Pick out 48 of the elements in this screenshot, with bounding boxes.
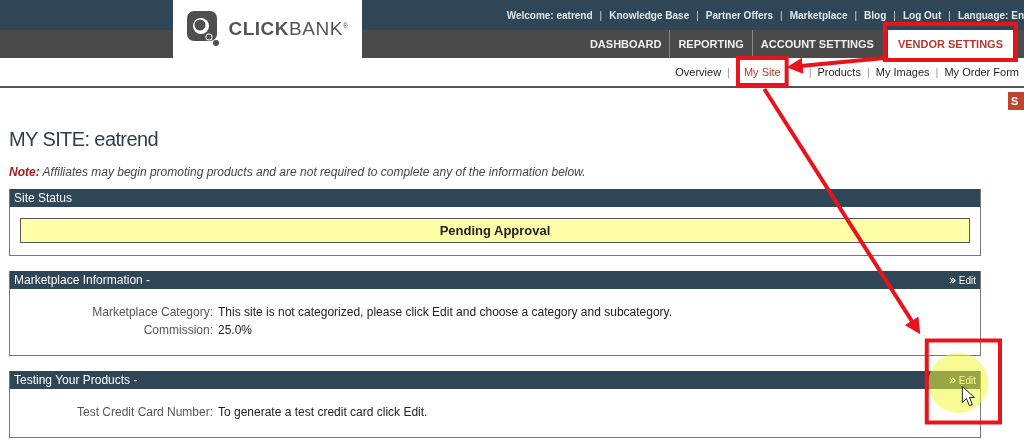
panel-title: Site Status [14, 191, 73, 205]
top-link[interactable]: Log Out [902, 9, 942, 21]
side-tab[interactable]: S [1008, 92, 1024, 110]
cursor-highlight [928, 353, 989, 413]
top-link[interactable]: Knowledge Base [609, 9, 690, 21]
separator: | [854, 9, 858, 21]
double-chevron-icon [948, 376, 956, 384]
nav-tab[interactable]: ACCOUNT SETTINGS [751, 30, 882, 58]
subnav-link[interactable]: My Images [875, 66, 930, 78]
nav-tab[interactable]: REPORTING [669, 30, 752, 58]
separator: | [948, 9, 951, 21]
field-label: Marketplace Category: [91, 305, 213, 319]
separator: | [893, 9, 896, 21]
nav-tab[interactable]: DASHBOARD [581, 30, 670, 58]
field-label: Commission: [142, 323, 213, 337]
page-title: MY SITE: eatrend [9, 128, 159, 151]
nav-tab[interactable]: VENDOR SETTINGS [887, 30, 1013, 58]
separator: | [780, 9, 783, 21]
separator: | [599, 9, 603, 21]
logo-text: CLICKBANK$^{®}$ [228, 18, 349, 40]
field-value: 25.0% [218, 323, 254, 337]
top-link[interactable]: Blog [864, 9, 887, 21]
top-link[interactable]: Marketplace [789, 9, 848, 21]
top-link[interactable]: Welcome: eatrend [506, 9, 593, 21]
subnav-link[interactable]: Overview [675, 66, 722, 78]
highlight-frame [735, 56, 789, 87]
note-text: Note: Affiliates may begin promoting products and are not required to complete any of the information below. [9, 165, 587, 179]
subnav-link[interactable]: Products [817, 66, 861, 78]
field-value: To generate a test credit card click Edit. [218, 405, 429, 419]
logo[interactable]: CLICKBANK$^{®}$ [173, 0, 362, 58]
subnav-link[interactable]: My Order Form [944, 66, 1019, 78]
separator: | [935, 66, 939, 78]
field-value: This site is not categorized, please click Edit and choose a category and subcategory. [218, 305, 674, 319]
panel-title: Testing Your Products - [14, 373, 138, 387]
subnav-link[interactable]: My Site [743, 66, 781, 78]
status-banner: Pending Approval [20, 218, 970, 243]
separator: | [866, 66, 870, 78]
cursor-icon [961, 386, 975, 406]
separator: | [696, 9, 699, 21]
top-link[interactable]: Partner Offers [705, 9, 774, 21]
field-label: Test Credit Card Number: [75, 405, 213, 419]
separator: | [727, 66, 730, 78]
top-link[interactable]: Language: En [957, 9, 1024, 21]
panel-title: Marketplace Information - [14, 273, 151, 287]
double-chevron-icon [948, 276, 956, 284]
separator: | [808, 66, 812, 78]
edit-link[interactable]: Edit [948, 274, 976, 286]
logo-icon [186, 11, 221, 47]
